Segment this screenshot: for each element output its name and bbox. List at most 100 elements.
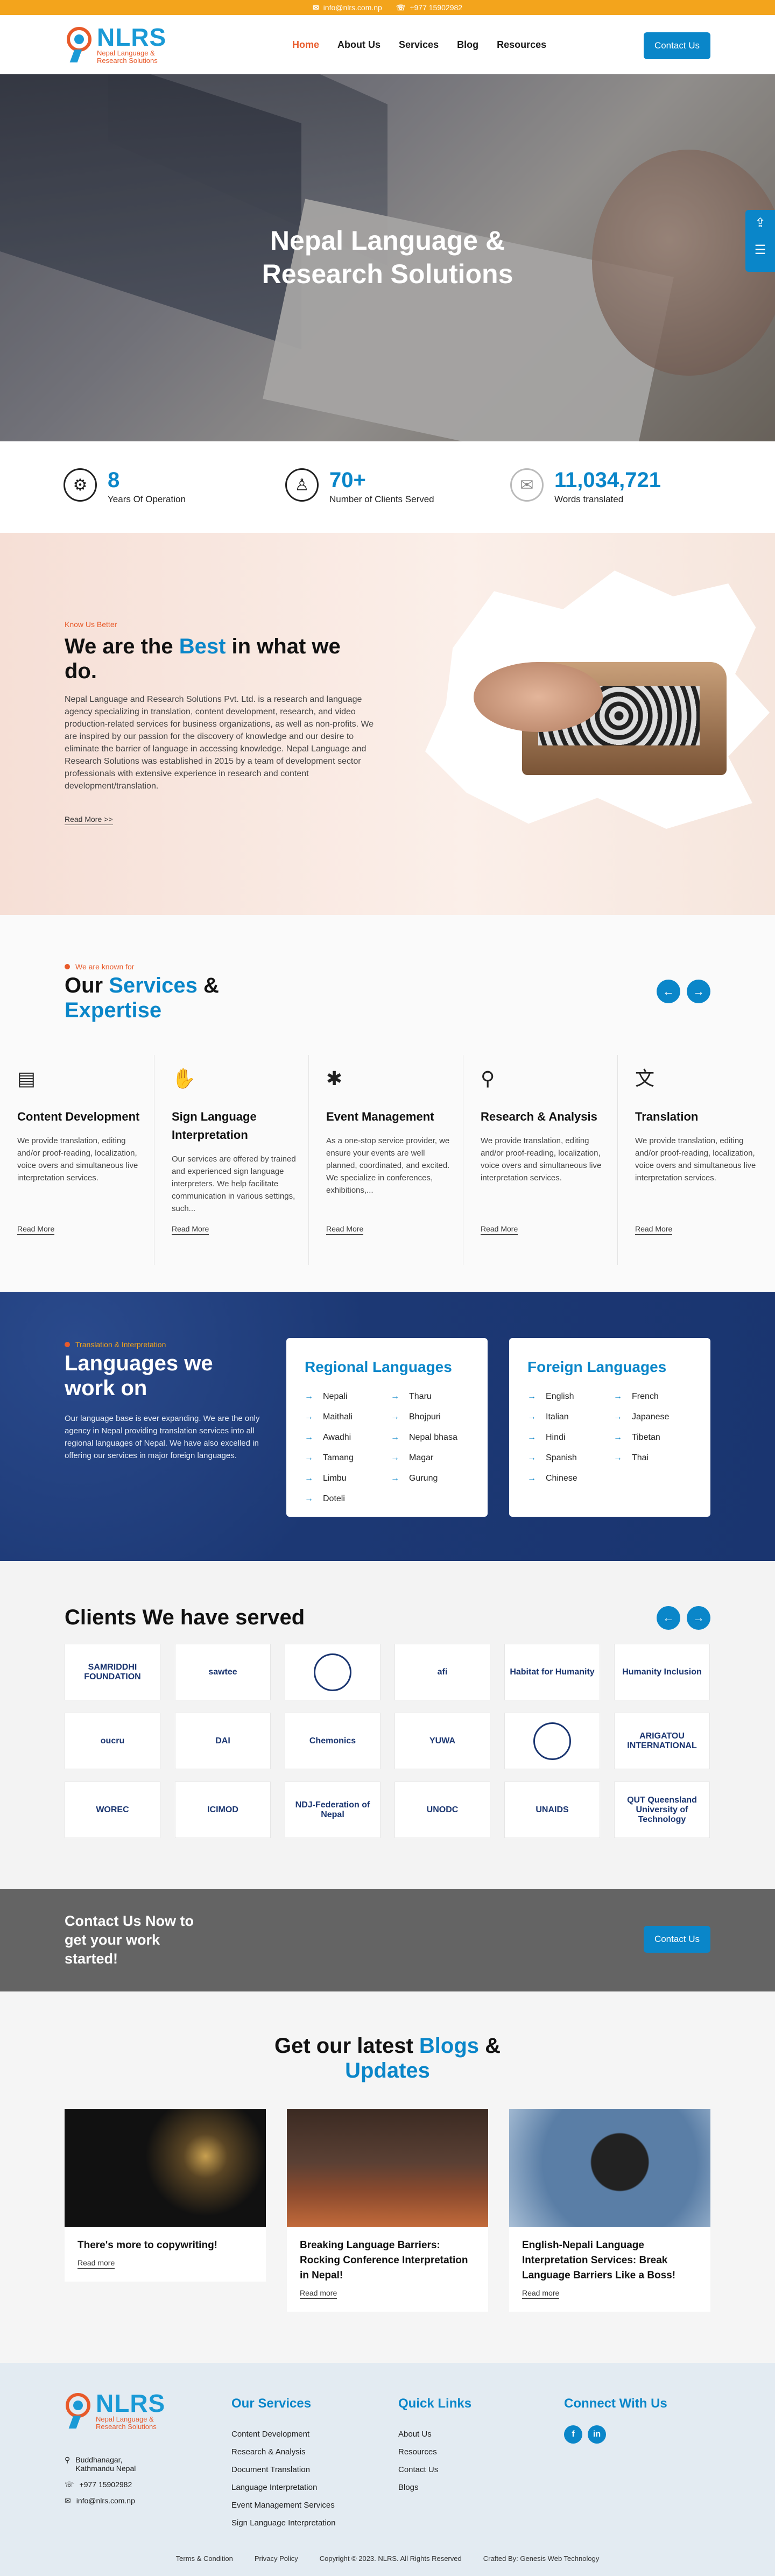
emblem-icon bbox=[533, 1722, 571, 1760]
blog-title[interactable]: Breaking Language Barriers: Rocking Conf… bbox=[287, 2227, 488, 2289]
services-prev-button[interactable]: ← bbox=[657, 980, 680, 1003]
blog-card[interactable]: Breaking Language Barriers: Rocking Conf… bbox=[287, 2109, 488, 2312]
footer-link[interactable]: Blogs bbox=[398, 2479, 471, 2496]
hero-title: Nepal Language & Research Solutions bbox=[262, 226, 513, 289]
services-eyebrow: We are known for bbox=[65, 962, 134, 971]
footer-link[interactable]: Document Translation bbox=[231, 2461, 335, 2479]
service-card-event[interactable]: ✱ Event Management As a one-stop service… bbox=[309, 1055, 463, 1265]
footer-logo[interactable]: NLRS Nepal Language & Research Solutions bbox=[65, 2391, 165, 2431]
blogs-section: Get our latest Blogs & Updates There's m… bbox=[0, 1991, 775, 2363]
facebook-icon[interactable]: f bbox=[564, 2425, 582, 2444]
about-read-more[interactable]: Read More >> bbox=[65, 815, 113, 825]
footer-logo-title: NLRS bbox=[96, 2389, 166, 2417]
footer-link[interactable]: Language Interpretation bbox=[231, 2479, 335, 2496]
footer-address: Buddhanagar, Kathmandu Nepal bbox=[75, 2455, 136, 2473]
stat-label: Words translated bbox=[554, 494, 624, 504]
privacy-link[interactable]: Privacy Policy bbox=[255, 2554, 298, 2563]
client-logo: ICIMOD bbox=[175, 1782, 271, 1838]
service-card-research[interactable]: ⚲ Research & Analysis We provide transla… bbox=[463, 1055, 618, 1265]
blog-read-more[interactable]: Read more bbox=[300, 2289, 337, 2299]
copyright-text: Copyright © 2023. NLRS. All Rights Reser… bbox=[319, 2554, 462, 2563]
clients-title: Clients We have served bbox=[65, 1606, 305, 1629]
service-body: We provide translation, editing and/or p… bbox=[481, 1136, 602, 1183]
service-title: Event Management bbox=[326, 1110, 434, 1123]
blog-title[interactable]: English-Nepali Language Interpretation S… bbox=[509, 2227, 710, 2289]
cta-banner: Contact Us Now to get your work started! C… bbox=[0, 1889, 775, 1991]
stat-label: Years Of Operation bbox=[108, 494, 186, 504]
about-title: We are the Best in what we do. bbox=[65, 635, 341, 683]
service-read-more[interactable]: Read More bbox=[17, 1224, 55, 1235]
service-read-more[interactable]: Read More bbox=[635, 1224, 673, 1235]
footer-links-title: Quick Links bbox=[398, 2396, 472, 2411]
blog-card[interactable]: There's more to copywriting! Read more bbox=[65, 2109, 266, 2282]
linkedin-icon[interactable]: in bbox=[588, 2425, 606, 2444]
topbar-email[interactable]: ✉ info@nlrs.com.np bbox=[313, 3, 382, 12]
service-read-more[interactable]: Read More bbox=[481, 1224, 518, 1235]
blog-read-more[interactable]: Read more bbox=[78, 2258, 115, 2269]
footer-services-title: Our Services bbox=[231, 2396, 312, 2411]
client-logo: QUT Queensland University of Technology bbox=[614, 1782, 710, 1838]
footer-quick-links: Quick Links About Us Resources Contact U… bbox=[398, 2396, 471, 2496]
topbar-phone[interactable]: ☏ +977 15902982 bbox=[396, 3, 462, 12]
service-body: As a one-stop service provider, we ensur… bbox=[326, 1136, 450, 1195]
client-logo: SAMRIDDHI FOUNDATION bbox=[65, 1644, 160, 1700]
client-logo: DAI bbox=[175, 1713, 271, 1769]
client-logo: ARIGATOU INTERNATIONAL bbox=[614, 1713, 710, 1769]
site-logo[interactable]: NLRS Nepal Language & Research Solutions bbox=[66, 25, 166, 65]
terms-link[interactable]: Terms & Condition bbox=[176, 2554, 233, 2563]
footer-link[interactable]: About Us bbox=[398, 2425, 471, 2443]
footer-link[interactable]: Sign Language Interpretation bbox=[231, 2514, 335, 2532]
about-section: Know Us Better We are the Best in what w… bbox=[0, 533, 775, 915]
site-footer: NLRS Nepal Language & Research Solutions… bbox=[0, 2363, 775, 2576]
nav-about[interactable]: About Us bbox=[337, 39, 381, 51]
footer-link[interactable]: Event Management Services bbox=[231, 2496, 335, 2514]
blog-card[interactable]: English-Nepali Language Interpretation S… bbox=[509, 2109, 710, 2312]
nav-services[interactable]: Services bbox=[399, 39, 439, 51]
handshake-icon: ♙ bbox=[285, 468, 319, 502]
footer-link[interactable]: Contact Us bbox=[398, 2461, 471, 2479]
languages-body: Our language base is ever expanding. We … bbox=[65, 1414, 260, 1460]
client-logo: Humanity Inclusion bbox=[614, 1644, 710, 1700]
blog-read-more[interactable]: Read more bbox=[522, 2289, 560, 2299]
header-contact-button[interactable]: Contact Us bbox=[644, 32, 710, 59]
footer-link[interactable]: Resources bbox=[398, 2443, 471, 2461]
client-logo: UNODC bbox=[394, 1782, 490, 1838]
nav-home[interactable]: Home bbox=[292, 39, 319, 51]
services-next-button[interactable]: → bbox=[687, 980, 710, 1003]
cta-contact-button[interactable]: Contact Us bbox=[644, 1926, 710, 1953]
clients-next-button[interactable]: → bbox=[687, 1606, 710, 1630]
blog-image bbox=[65, 2109, 266, 2227]
regional-title: Regional Languages bbox=[305, 1359, 452, 1375]
stats-section: ⚙ 8 Years Of Operation ♙ 70+ Number of Cli… bbox=[0, 441, 775, 533]
about-eyebrow: Know Us Better bbox=[65, 620, 117, 629]
credit-link[interactable]: Crafted By: Genesis Web Technology bbox=[483, 2554, 600, 2563]
service-read-more[interactable]: Read More bbox=[172, 1224, 209, 1235]
service-card-content[interactable]: ▤ Content Development We provide transla… bbox=[0, 1055, 154, 1265]
clients-prev-button[interactable]: ← bbox=[657, 1606, 680, 1630]
side-tab-share-icon[interactable]: ⇪ bbox=[745, 210, 775, 237]
floating-side-tabs: ⇪ ☰ bbox=[745, 210, 775, 272]
nav-resources[interactable]: Resources bbox=[497, 39, 546, 51]
nav-blog[interactable]: Blog bbox=[457, 39, 478, 51]
footer-logo-tagline-2: Research Solutions bbox=[96, 2423, 157, 2431]
service-body: We provide translation, editing and/or p… bbox=[17, 1136, 138, 1183]
footer-connect: Connect With Us f in bbox=[564, 2396, 667, 2444]
translate-icon: 文 bbox=[635, 1067, 655, 1089]
client-logo: WOREC bbox=[65, 1782, 160, 1838]
service-read-more[interactable]: Read More bbox=[326, 1224, 364, 1235]
client-logo: afi bbox=[394, 1644, 490, 1700]
footer-link[interactable]: Research & Analysis bbox=[231, 2443, 335, 2461]
service-card-translation[interactable]: 文 Translation We provide translation, ed… bbox=[618, 1055, 772, 1265]
client-logo: NDJ-Federation of Nepal bbox=[285, 1782, 381, 1838]
side-tab-contact-icon[interactable]: ☰ bbox=[745, 237, 775, 264]
blog-title[interactable]: There's more to copywriting! bbox=[65, 2227, 266, 2258]
regional-col-1: NepaliMaithaliAwadhiTamangLimbuDoteli bbox=[305, 1386, 354, 1509]
services-section: We are known for Our Services & Expertis… bbox=[0, 915, 775, 1292]
mail-icon: ✉ bbox=[65, 2496, 71, 2505]
service-card-sign[interactable]: ✋ Sign Language Interpretation Our servi… bbox=[154, 1055, 309, 1265]
clients-section: Clients We have served ← → SAMRIDDHI FOU… bbox=[0, 1561, 775, 1889]
research-icon: ⚲ bbox=[481, 1067, 495, 1089]
blog-image bbox=[509, 2109, 710, 2227]
foreign-col-2: FrenchJapaneseTibetanThai bbox=[614, 1386, 669, 1468]
footer-link[interactable]: Content Development bbox=[231, 2425, 335, 2443]
